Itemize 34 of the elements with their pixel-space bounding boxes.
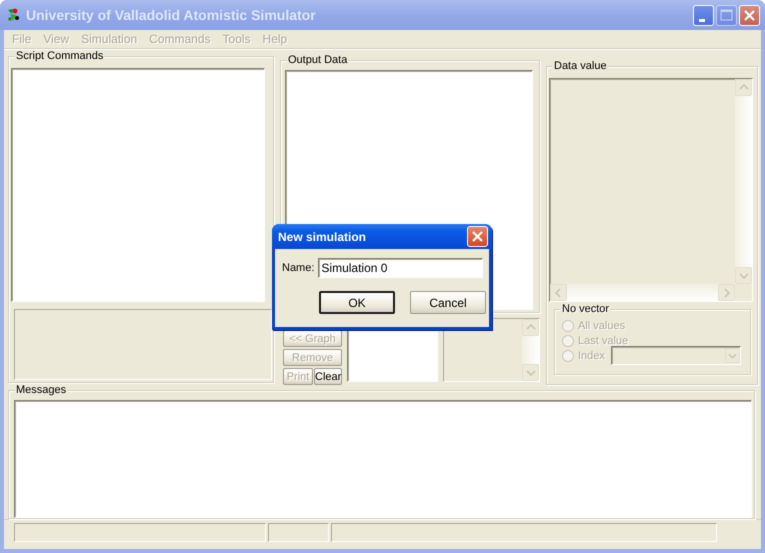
vertical-scrollbar[interactable] — [735, 79, 752, 284]
scroll-up-button[interactable] — [522, 319, 539, 336]
horizontal-scrollbar[interactable] — [550, 284, 735, 301]
window-title: University of Valladolid Atomistic Simulator — [26, 7, 317, 23]
radio-label: All values — [578, 320, 626, 332]
minimize-icon — [699, 18, 705, 22]
script-list[interactable] — [11, 68, 265, 302]
group-title: Output Data — [287, 54, 348, 66]
vertical-scrollbar[interactable] — [522, 319, 539, 381]
close-button[interactable] — [467, 226, 488, 247]
data-list[interactable] — [549, 78, 753, 302]
group-title: Data value — [553, 60, 608, 72]
name-field[interactable]: Simulation 0 — [318, 258, 484, 278]
radio-label: Index — [578, 350, 605, 362]
radio-label: Last value — [578, 334, 628, 346]
action-button[interactable]: Clear — [314, 368, 342, 385]
scroll-up-button[interactable] — [735, 79, 752, 96]
scroll-down-button[interactable] — [522, 364, 539, 381]
dialog-button[interactable]: Cancel — [410, 291, 486, 314]
group-title: Script Commands — [15, 50, 104, 62]
group-title: Messages — [15, 384, 68, 396]
field-label: Name: — [282, 262, 314, 274]
scroll-right-button[interactable] — [718, 284, 735, 301]
scroll-left-button[interactable] — [550, 284, 567, 301]
status-panel — [268, 523, 329, 542]
app-icon — [6, 7, 21, 23]
group-title: No vector — [561, 303, 610, 315]
close-icon — [470, 229, 485, 244]
dialog-title: New simulation — [278, 230, 368, 244]
maximize-icon — [718, 6, 735, 24]
index-dropdown[interactable] — [610, 346, 741, 365]
dropdown-button[interactable] — [724, 348, 740, 363]
dialog-button[interactable]: OK — [319, 291, 395, 314]
scroll-down-button[interactable] — [735, 267, 752, 284]
